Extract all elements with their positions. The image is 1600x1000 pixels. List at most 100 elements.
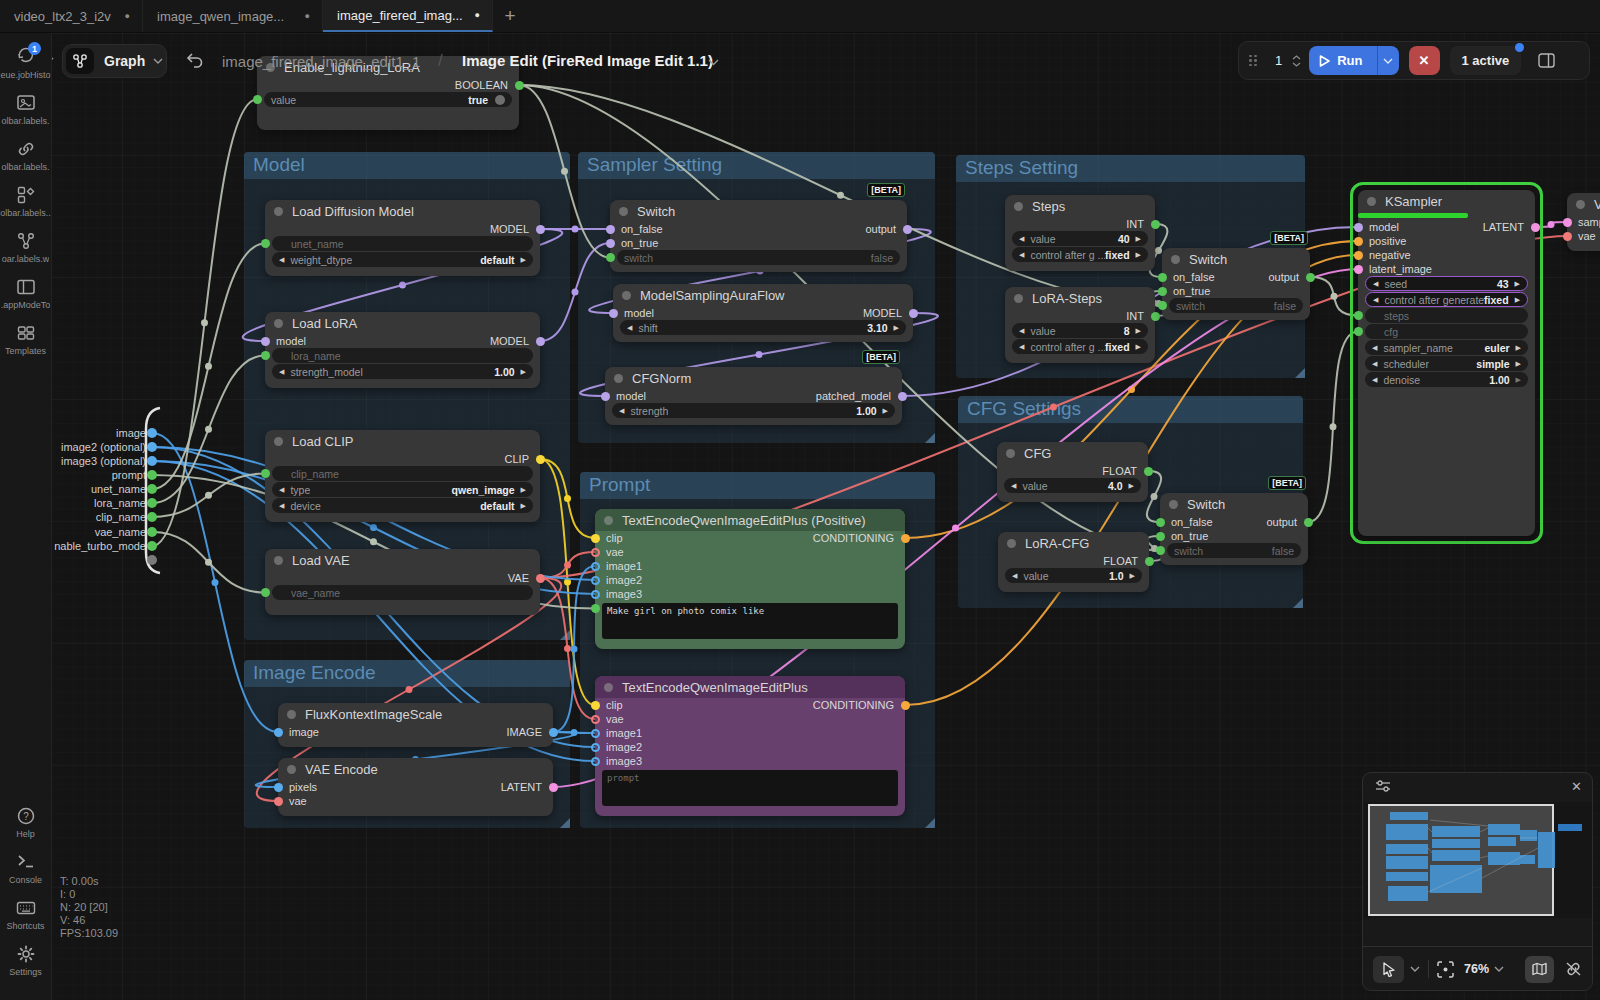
FLOAT-output-port[interactable]	[1144, 467, 1153, 476]
collapse-dot[interactable]	[614, 374, 623, 383]
widget-decrement[interactable]: ◀	[1019, 343, 1024, 351]
widget-value[interactable]: ◀value40▶	[1012, 231, 1148, 246]
batch-spinner[interactable]	[1292, 55, 1301, 67]
on_true-input-port[interactable]	[606, 239, 615, 248]
LATENT-output-port[interactable]	[549, 783, 558, 792]
widget-increment[interactable]: ▶	[1515, 280, 1520, 288]
subgraph-input-port[interactable]	[147, 541, 157, 551]
node-titlebar[interactable]: VAE Encode	[278, 758, 553, 780]
collapse-dot[interactable]	[1014, 294, 1023, 303]
toggle-links-icon[interactable]	[1565, 961, 1582, 977]
link-midpoint[interactable]	[572, 226, 579, 233]
widget-increment[interactable]: ▶	[1136, 343, 1141, 351]
widget-unet_name[interactable]: unet_name	[272, 236, 533, 251]
widget-switch[interactable]: switchfalse	[617, 250, 900, 265]
positive-input-port[interactable]	[1354, 237, 1363, 246]
toggle-knob[interactable]	[495, 95, 505, 105]
subgraph-input-port[interactable]	[147, 555, 157, 565]
link-midpoint[interactable]	[1331, 293, 1338, 300]
node-lvae[interactable]: Load VAEVAEvae_name	[265, 549, 540, 615]
widget-scheduler[interactable]: ◀schedulersimple▶	[1365, 356, 1528, 371]
node-ldm[interactable]: Load Diffusion ModelMODELunet_name◀weigh…	[265, 200, 540, 276]
cursor-tool-chevron[interactable]	[1410, 966, 1420, 972]
vae_name-input-port[interactable]	[261, 588, 270, 597]
model-input-port[interactable]	[609, 309, 618, 318]
model-input-port[interactable]	[1354, 223, 1363, 232]
sidebar-item-link[interactable]: olbar.labels.	[0, 139, 51, 172]
node-steps[interactable]: StepsINT◀value40▶◀control after g ...fix…	[1005, 195, 1155, 271]
sidebar-item-templates[interactable]: Templates	[0, 323, 51, 356]
node-ksampler[interactable]: KSamplermodelLATENTpositivenegativelaten…	[1358, 190, 1535, 536]
fit-view-icon[interactable]	[1437, 961, 1454, 978]
link-midpoint[interactable]	[212, 579, 219, 586]
node-vaedec[interactable]: VAE Decodesamplesvae	[1567, 193, 1600, 251]
on_false-input-port[interactable]	[1156, 518, 1165, 527]
widget-decrement[interactable]: ◀	[1019, 251, 1024, 259]
minimap-toggle-button[interactable]	[1525, 956, 1554, 983]
link-midpoint[interactable]	[201, 319, 208, 326]
collapse-dot[interactable]	[604, 516, 613, 525]
widget-increment[interactable]: ▶	[521, 368, 526, 376]
widget-control after g ...[interactable]: ◀control after g ...fixed▶	[1012, 339, 1148, 354]
sidebar-item-job-history[interactable]: 1eue.jobHisto	[0, 47, 51, 80]
node-titlebar[interactable]: Switch	[1160, 493, 1308, 515]
minimap-close-icon[interactable]: ✕	[1571, 779, 1582, 794]
link-midpoint[interactable]	[564, 495, 571, 502]
patched_model-output-port[interactable]	[898, 392, 907, 401]
widget-lora_name[interactable]: lora_name	[272, 348, 533, 363]
node-llora[interactable]: Load LoRAmodelMODELlora_name◀strength_mo…	[265, 312, 540, 388]
node-titlebar[interactable]: TextEncodeQwenImageEditPlus (Positive)	[595, 509, 905, 531]
batch-count-value[interactable]: 1	[1265, 53, 1292, 68]
widget-increment[interactable]: ▶	[521, 502, 526, 510]
subgraph-input-port[interactable]	[147, 470, 157, 480]
subgraph-input-port[interactable]	[147, 456, 157, 466]
collapse-dot[interactable]	[622, 291, 631, 300]
node-cfg[interactable]: CFGFLOAT◀value4.0▶	[997, 442, 1148, 502]
collapse-dot[interactable]	[274, 319, 283, 328]
graph-canvas[interactable]: ModelSampler SettingSteps SettingCFG Set…	[0, 33, 1600, 1000]
widget-increment[interactable]: ▶	[1516, 360, 1521, 368]
link-midpoint[interactable]	[1548, 221, 1555, 228]
widget-increment[interactable]: ▶	[1136, 327, 1141, 335]
MODEL-output-port[interactable]	[909, 309, 918, 318]
widget-shift[interactable]: ◀shift3.10▶	[620, 320, 906, 335]
collapse-dot[interactable]	[1367, 197, 1376, 206]
node-titlebar[interactable]: CFGNorm	[605, 367, 902, 389]
subgraph-input-port[interactable]	[147, 428, 157, 438]
zoom-chevron[interactable]	[1494, 966, 1504, 972]
on_false-input-port[interactable]	[1158, 273, 1167, 282]
IMAGE-output-port[interactable]	[549, 728, 558, 737]
on_false-input-port[interactable]	[606, 225, 615, 234]
vae-input-port[interactable]	[591, 715, 600, 724]
node-msaf[interactable]: ModelSamplingAuraFlowmodelMODEL◀shift3.1…	[613, 284, 913, 342]
node-titlebar[interactable]: CFG	[997, 442, 1148, 464]
clip_name-input-port[interactable]	[261, 469, 270, 478]
FLOAT-output-port[interactable]	[1145, 557, 1154, 566]
widget-decrement[interactable]: ◀	[1019, 235, 1024, 243]
sidebar-item-shortcuts[interactable]: Shortcuts	[0, 898, 51, 931]
image2-input-port[interactable]	[591, 576, 600, 585]
CONDITIONING-output-port[interactable]	[901, 534, 910, 543]
VAE-output-port[interactable]	[536, 574, 545, 583]
node-cfgswitch[interactable]: Switch[BETA]on_falseoutputon_trueswitchf…	[1160, 493, 1308, 565]
node-enable[interactable]: Enable_lightning_LoRABOOLEANvaluetrue	[257, 56, 519, 130]
run-button[interactable]: Run	[1309, 46, 1376, 75]
run-options-chevron[interactable]	[1377, 46, 1399, 75]
widget-strength_model[interactable]: ◀strength_model1.00▶	[272, 364, 533, 379]
MODEL-output-port[interactable]	[536, 337, 545, 346]
image1-input-port[interactable]	[591, 562, 600, 571]
node-flux[interactable]: FluxKontextImageScaleimageIMAGE	[278, 703, 553, 747]
widget-clip_name[interactable]: clip_name	[272, 466, 533, 481]
subgraph-input-port[interactable]	[147, 484, 157, 494]
widget-increment[interactable]: ▶	[894, 324, 899, 332]
switch-input-port[interactable]	[1158, 301, 1167, 310]
negative-input-port[interactable]	[1354, 251, 1363, 260]
link-midpoint[interactable]	[1155, 247, 1162, 254]
prompt-textarea[interactable]: prompt	[602, 770, 898, 806]
node-titlebar[interactable]: KSampler	[1358, 190, 1535, 212]
prompt-textarea[interactable]: Make girl on photo comix like	[602, 603, 898, 639]
lora_name-input-port[interactable]	[261, 351, 270, 360]
image2-input-port[interactable]	[591, 743, 600, 752]
output-output-port[interactable]	[1306, 273, 1315, 282]
unet_name-input-port[interactable]	[261, 239, 270, 248]
